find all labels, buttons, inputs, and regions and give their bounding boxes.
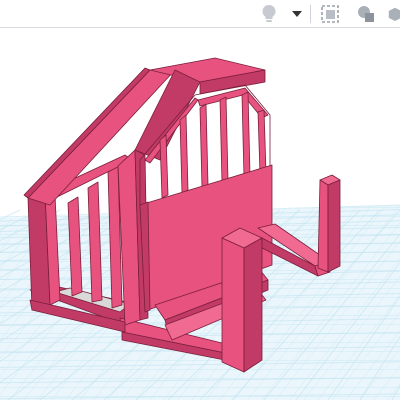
model-gable-stud-6 bbox=[257, 109, 267, 175]
cube-icon[interactable] bbox=[388, 3, 400, 25]
shapes-icon[interactable] bbox=[354, 3, 378, 25]
lightbulb-icon[interactable] bbox=[258, 3, 280, 25]
model-gable-stud-3 bbox=[199, 103, 209, 189]
workplane-scene[interactable] bbox=[0, 28, 400, 400]
chevron-down-icon[interactable] bbox=[290, 3, 304, 25]
model-gable-stud-5 bbox=[241, 91, 251, 179]
3d-viewport[interactable] bbox=[0, 28, 400, 400]
view-box-icon[interactable] bbox=[318, 3, 342, 25]
model-gable-stud-2 bbox=[179, 114, 189, 194]
model-gable-stud-4 bbox=[219, 96, 229, 184]
toolbar-divider bbox=[310, 5, 311, 23]
top-toolbar bbox=[0, 0, 400, 28]
